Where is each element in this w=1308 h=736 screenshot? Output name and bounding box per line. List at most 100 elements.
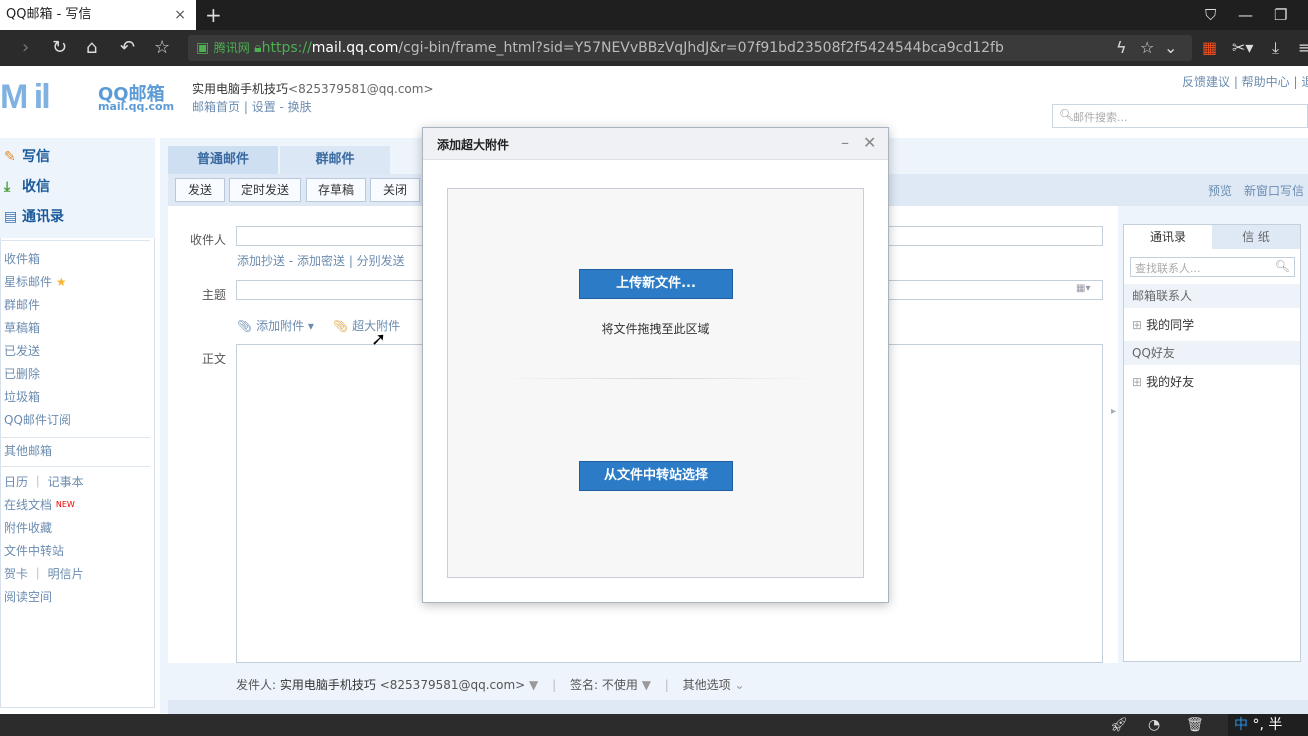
- sender-label: 发件人:: [236, 678, 277, 692]
- folder-drafts[interactable]: 草稿箱: [4, 319, 40, 337]
- link-settings[interactable]: 设置: [252, 100, 276, 114]
- link-skin[interactable]: 换肤: [288, 100, 312, 114]
- new-window-compose-link[interactable]: 新窗口写信: [1244, 182, 1304, 199]
- contact-group-classmates[interactable]: ⊞ 我的同学: [1132, 316, 1194, 334]
- sidebar-inbox[interactable]: ⤓ 收信: [4, 177, 50, 197]
- inbox-icon: ⤓: [4, 179, 11, 195]
- tool-notebook[interactable]: 记事本: [48, 475, 84, 489]
- new-tab-icon[interactable]: +: [205, 2, 222, 28]
- send-button[interactable]: 发送: [175, 178, 225, 202]
- tool-file-transfer[interactable]: 文件中转站: [4, 542, 64, 560]
- chevron-down-icon: ⌄: [734, 678, 745, 692]
- folder-subscriptions[interactable]: QQ邮件订阅: [4, 411, 71, 429]
- account-email: <825379581@qq.com>: [288, 82, 434, 96]
- reload-icon[interactable]: ↻: [52, 36, 67, 60]
- minimize-icon[interactable]: –: [841, 133, 849, 152]
- folder-starred-label: 星标邮件: [4, 275, 53, 289]
- sidebar-divider: [0, 240, 150, 241]
- drag-hint: 将文件拖拽至此区域: [601, 322, 710, 336]
- lightning-icon[interactable]: ϟ: [1116, 37, 1127, 59]
- home-icon[interactable]: ⌂: [86, 36, 97, 60]
- apps-icon[interactable]: ▦: [1202, 37, 1217, 59]
- scissors-icon[interactable]: ✂▾: [1232, 37, 1253, 59]
- contact-search-placeholder: 查找联系人...: [1135, 262, 1201, 275]
- other-options-link[interactable]: 其他选项: [683, 678, 731, 692]
- signature-value[interactable]: 不使用: [602, 678, 638, 692]
- big-attachment-link[interactable]: 📎︎ 超大附件: [333, 317, 400, 334]
- scheduled-send-button[interactable]: 定时发送: [229, 178, 301, 202]
- mail-search-input[interactable]: 🔍︎ 邮件搜索...: [1052, 104, 1308, 128]
- folder-sent[interactable]: 已发送: [4, 342, 40, 360]
- paperclip-icon: 📎︎: [237, 319, 253, 333]
- expand-panel-icon[interactable]: ▸: [1111, 406, 1116, 417]
- url-scheme: https://: [261, 40, 312, 56]
- header-right-links[interactable]: 反馈建议 | 帮助中心 | 退: [1182, 73, 1308, 90]
- bookmark-star-icon[interactable]: ☆: [1140, 37, 1154, 59]
- folder-group[interactable]: 群邮件: [4, 296, 40, 314]
- speed-icon[interactable]: ◔: [1148, 716, 1160, 734]
- folder-other-mailboxes[interactable]: 其他邮箱: [4, 442, 52, 460]
- tool-card[interactable]: 贺卡: [4, 567, 28, 581]
- folder-spam[interactable]: 垃圾箱: [4, 388, 40, 406]
- minimize-icon[interactable]: —: [1238, 4, 1253, 26]
- contact-group-friends[interactable]: ⊞ 我的好友: [1132, 373, 1194, 391]
- trash-icon[interactable]: 🗑︎: [1186, 716, 1204, 734]
- contact-group-title: QQ好友: [1124, 341, 1300, 365]
- separate-send-link[interactable]: 分别发送: [357, 254, 405, 268]
- sidebar-contacts[interactable]: ▤ 通讯录: [4, 207, 64, 227]
- drop-zone[interactable]: [447, 188, 864, 578]
- folder-inbox[interactable]: 收件箱: [4, 250, 40, 268]
- url-path: /cgi-bin/frame_html?sid=Y57NEVvBBzVqJhdJ…: [398, 40, 1004, 56]
- sender-name[interactable]: 实用电脑手机技巧: [280, 678, 376, 692]
- sidebar-compose[interactable]: ✎ 写信: [4, 147, 50, 167]
- shirt-icon[interactable]: ⛉: [1205, 4, 1216, 26]
- folder-deleted[interactable]: 已删除: [4, 365, 40, 383]
- choose-from-transfer-button[interactable]: 从文件中转站选择: [579, 461, 733, 491]
- sender-dropdown-icon[interactable]: ▼: [529, 678, 538, 692]
- browser-tab-bar: [0, 0, 1308, 30]
- menu-icon[interactable]: ≡: [1298, 37, 1308, 59]
- favorite-star-icon[interactable]: ☆: [154, 36, 170, 60]
- qq-mail-logo[interactable]: M il QQ邮箱 mail.qq.com: [0, 78, 174, 116]
- subject-format-icon[interactable]: ▦▾: [1076, 283, 1090, 294]
- tab-stationery[interactable]: 信 纸: [1212, 225, 1300, 249]
- ime-indicator[interactable]: 中 °, 半: [1228, 714, 1308, 736]
- link-mail-home[interactable]: 邮箱首页: [192, 100, 240, 114]
- sender-email[interactable]: <825379581@qq.com>: [380, 678, 526, 692]
- signature-dropdown-icon[interactable]: ▼: [642, 678, 651, 692]
- add-attachment-link[interactable]: 📎︎ 添加附件 ▾: [237, 317, 314, 334]
- tab-group-mail[interactable]: 群邮件: [280, 146, 390, 174]
- contact-group-classmates-label: 我的同学: [1146, 318, 1195, 332]
- contact-search-input[interactable]: 查找联系人... 🔍︎: [1130, 257, 1295, 277]
- folder-starred[interactable]: 星标邮件 ★: [4, 273, 67, 291]
- sidebar-divider: [0, 466, 150, 467]
- close-button[interactable]: 关闭: [370, 178, 420, 202]
- restore-icon[interactable]: ❐: [1274, 4, 1287, 26]
- dropdown-icon[interactable]: ⌄: [1164, 37, 1177, 59]
- tool-calendar[interactable]: 日历: [4, 475, 28, 489]
- tab-normal-mail[interactable]: 普通邮件: [168, 146, 278, 174]
- tool-attachment-favorites[interactable]: 附件收藏: [4, 519, 52, 537]
- tab-address-book[interactable]: 通讯录: [1124, 225, 1212, 249]
- paperclip-icon: 📎︎: [333, 319, 349, 333]
- to-label: 收件人: [190, 233, 227, 247]
- upload-new-file-button[interactable]: 上传新文件...: [579, 269, 733, 299]
- add-bcc-link[interactable]: 添加密送: [297, 254, 345, 268]
- close-icon[interactable]: ✕: [863, 133, 876, 152]
- save-draft-button[interactable]: 存草稿: [306, 178, 366, 202]
- tool-reading-space[interactable]: 阅读空间: [4, 588, 52, 606]
- browser-tab-title: QQ邮箱 - 写信: [6, 7, 92, 22]
- add-cc-link[interactable]: 添加抄送: [237, 254, 285, 268]
- browser-tab[interactable]: QQ邮箱 - 写信 ×: [0, 0, 196, 30]
- dialog-divider: [497, 378, 817, 379]
- tab-close-icon[interactable]: ×: [174, 0, 186, 30]
- url-text[interactable]: ▣ 腾讯网 🔒︎https://mail.qq.com/cgi-bin/fram…: [196, 35, 1004, 61]
- rocket-icon[interactable]: 🚀︎: [1110, 716, 1128, 734]
- undo-icon[interactable]: ↶: [120, 36, 135, 60]
- download-icon[interactable]: ⤓: [1272, 37, 1279, 59]
- compose-icon: ✎: [4, 149, 16, 165]
- tool-online-docs[interactable]: 在线文档 NEW: [4, 496, 75, 514]
- tool-postcard[interactable]: 明信片: [48, 567, 84, 581]
- forward-icon[interactable]: ›: [22, 36, 29, 60]
- preview-link[interactable]: 预览: [1208, 182, 1232, 199]
